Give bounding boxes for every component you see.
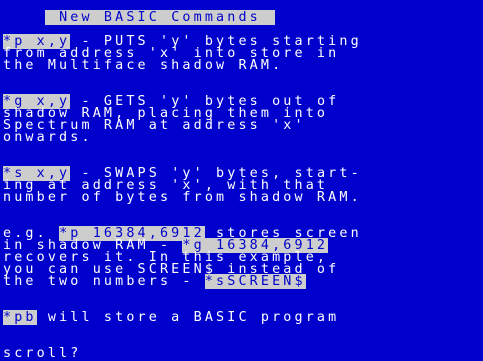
example-swap-command: *sSCREEN$ bbox=[204, 274, 306, 289]
get-description-4: onwards. bbox=[3, 130, 93, 145]
pb-command: *pb bbox=[3, 310, 37, 325]
pb-description: will store a BASIC program bbox=[36, 310, 340, 325]
swap-description-3: number of bytes from shadow RAM. bbox=[3, 190, 362, 205]
pb-line: *pb will store a BASIC program bbox=[3, 310, 340, 325]
example-line-5: the two numbers - *sSCREEN$ bbox=[3, 274, 306, 289]
scroll-line: scroll? bbox=[3, 346, 81, 361]
screen-title: New BASIC Commands bbox=[44, 10, 276, 25]
put-line-3: the Multiface shadow RAM. bbox=[3, 58, 284, 73]
spectrum-screen: New BASIC Commands *p x,y - PUTS 'y' byt… bbox=[0, 0, 483, 360]
get-line-4: onwards. bbox=[3, 130, 93, 145]
put-description-3: the Multiface shadow RAM. bbox=[3, 58, 284, 73]
title-row: New BASIC Commands bbox=[3, 0, 276, 25]
example-line-5-prefix: the two numbers - bbox=[3, 274, 205, 289]
scroll-prompt[interactable]: scroll? bbox=[3, 346, 81, 361]
swap-line-3: number of bytes from shadow RAM. bbox=[3, 190, 362, 205]
